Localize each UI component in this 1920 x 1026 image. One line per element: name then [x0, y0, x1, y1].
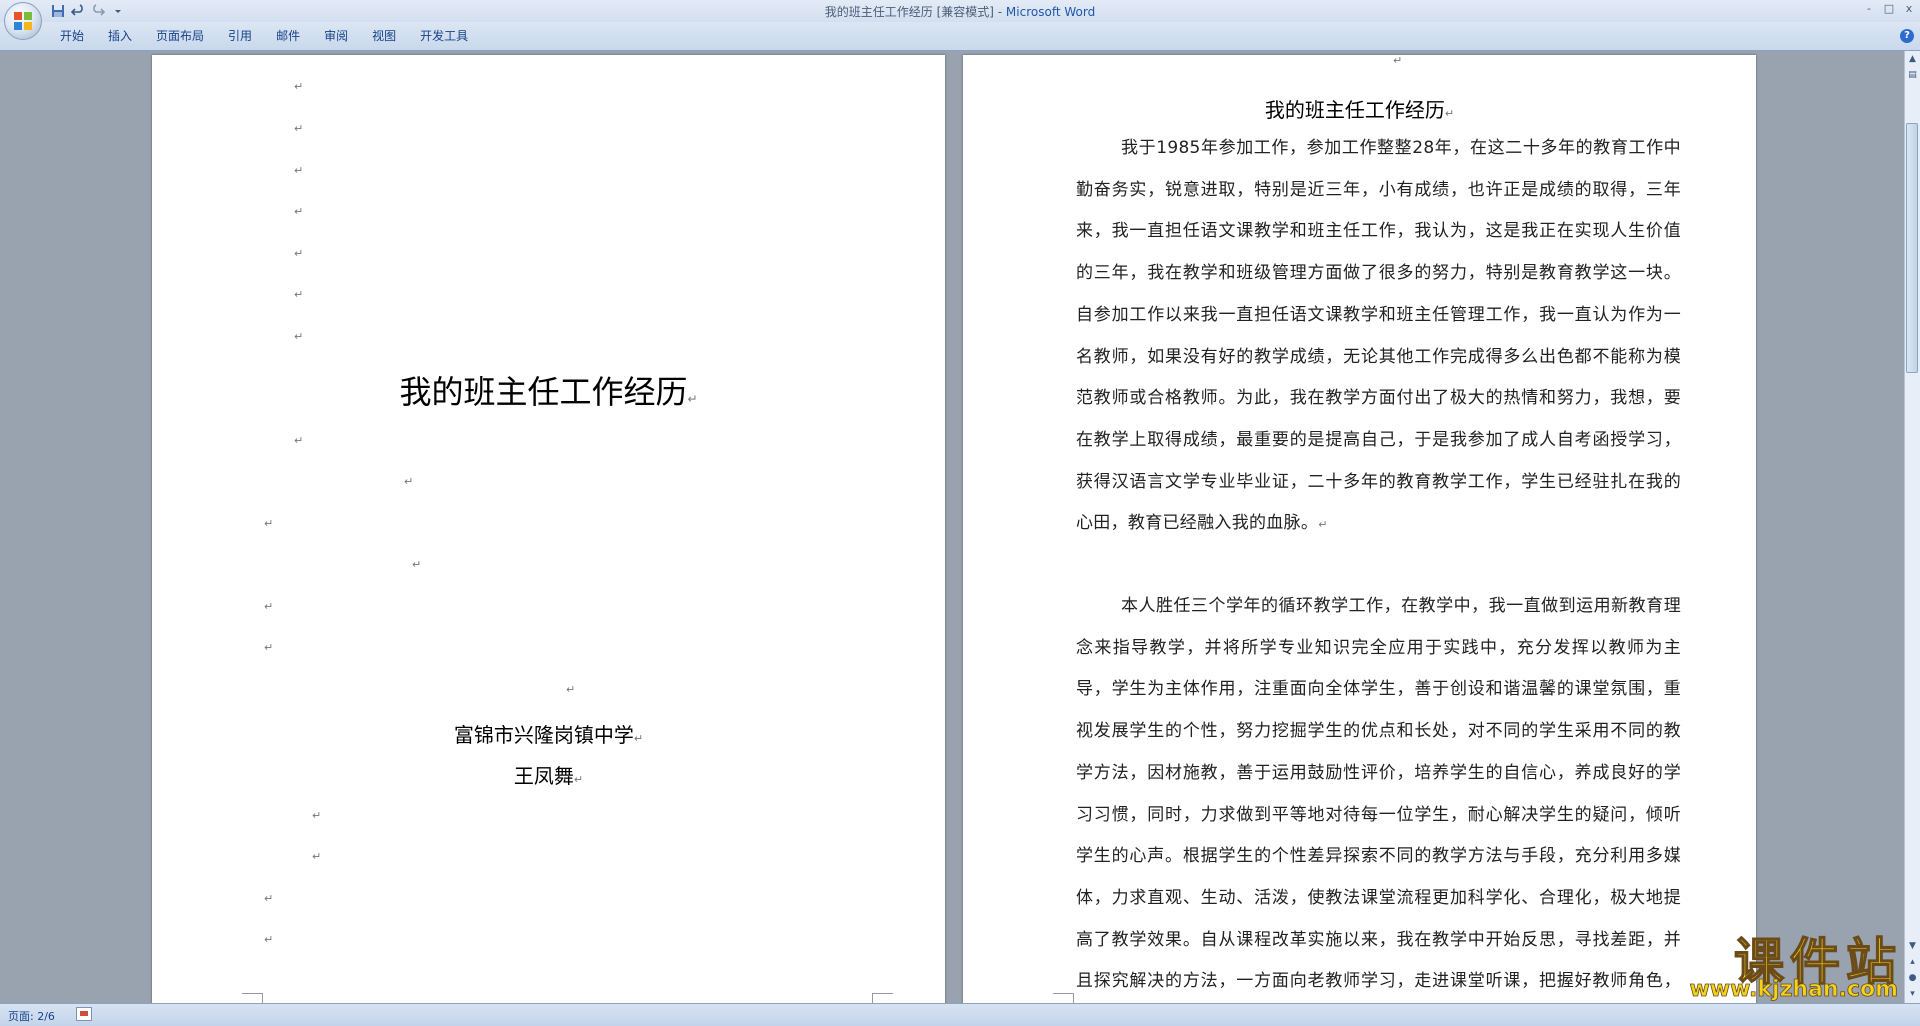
tab-developer[interactable]: 开发工具 — [408, 22, 480, 50]
paragraph-mark: ↵ — [412, 558, 422, 571]
paragraph-mark: ↵ — [312, 850, 322, 863]
margin-corner-mark — [242, 993, 263, 1003]
paragraph-mark: ↵ — [264, 933, 274, 946]
document-heading: 我的班主任工作经历↵ — [963, 94, 1756, 123]
paragraph-mark: ↵ — [294, 288, 304, 301]
paragraph-mark: ↵ — [294, 247, 304, 260]
scroll-up-arrow-icon[interactable]: ▲ — [1905, 51, 1920, 67]
watermark-url: www.kjzhan.com — [1689, 977, 1898, 1003]
paragraph-mark: ↵ — [264, 600, 274, 613]
previous-page-icon[interactable]: ▴ — [1905, 957, 1920, 971]
paragraph-mark: ↵ — [294, 330, 304, 343]
cover-title: 我的班主任工作经历↵ — [152, 367, 945, 413]
body-paragraph: 本人胜任三个学年的循环教学工作，在教学中，我一直做到运用新教育理念来指导教学，并… — [1076, 586, 1681, 1003]
paragraph-mark: ↵ — [573, 773, 584, 786]
tab-review[interactable]: 审阅 — [312, 22, 360, 50]
tab-references[interactable]: 引用 — [216, 22, 264, 50]
title-bar: 我的班主任工作经历 [兼容模式] - Microsoft Word - □ x — [0, 0, 1920, 22]
document-page-right[interactable]: ↵ 我的班主任工作经历↵ 我于1985年参加工作，参加工作整整28年，在这二十多… — [963, 55, 1756, 1003]
close-button[interactable]: x — [1902, 2, 1916, 16]
scroll-down-arrow-icon[interactable]: ▼ — [1905, 941, 1920, 955]
tab-mailings[interactable]: 邮件 — [264, 22, 312, 50]
paragraph-mark: ↵ — [294, 122, 304, 135]
document-workspace[interactable]: ↵ ↵ ↵ ↵ ↵ ↵ ↵ 我的班主任工作经历↵ ↵ ↵ ↵ ↵ ↵ ↵ ↵ 富… — [0, 51, 1905, 1003]
paragraph-mark: ↵ — [294, 434, 304, 447]
maximize-button[interactable]: □ — [1882, 2, 1896, 16]
view-ruler-icon[interactable]: ▤ — [1905, 67, 1920, 83]
paragraph-mark: ↵ — [294, 205, 304, 218]
window-controls: - □ x — [1862, 2, 1916, 16]
tab-home[interactable]: 开始 — [48, 22, 96, 50]
paragraph-mark: ↵ — [1444, 107, 1455, 120]
paragraph-mark: ↵ — [264, 517, 274, 530]
status-bar: 页面: 2/6 — [0, 1003, 1920, 1026]
tab-page-layout[interactable]: 页面布局 — [144, 22, 216, 50]
paragraph-mark: ↵ — [264, 892, 274, 905]
paragraph-mark: ↵ — [633, 732, 644, 745]
paragraph-mark: ↵ — [264, 641, 274, 654]
select-browse-object-icon[interactable]: ● — [1905, 973, 1920, 987]
school-name-text: 富锦市兴隆岗镇中学 — [453, 723, 634, 747]
paragraph-mark: ↵ — [566, 683, 576, 696]
minimize-button[interactable]: - — [1862, 2, 1876, 16]
body-paragraph-text: 本人胜任三个学年的循环教学工作，在教学中，我一直做到运用新教育理念来指导教学，并… — [1076, 596, 1681, 992]
next-page-icon[interactable]: ▾ — [1905, 989, 1920, 1003]
help-button[interactable]: ? — [1900, 29, 1914, 43]
cover-title-text: 我的班主任工作经历 — [399, 373, 688, 411]
ribbon-tabs: 开始 插入 页面布局 引用 邮件 审阅 视图 开发工具 — [48, 22, 480, 50]
paragraph-mark: ↵ — [404, 475, 414, 488]
office-button[interactable] — [4, 2, 42, 40]
paragraph-mark: ↵ — [294, 80, 304, 93]
margin-corner-mark — [872, 993, 893, 1003]
author-name-text: 王凤舞 — [513, 764, 574, 788]
tab-view[interactable]: 视图 — [360, 22, 408, 50]
paragraph-mark: ↵ — [1393, 54, 1403, 67]
margin-corner-mark — [1053, 993, 1074, 1003]
author-name: 王凤舞↵ — [152, 760, 945, 789]
paragraph-mark: ↵ — [294, 164, 304, 177]
school-name: 富锦市兴隆岗镇中学↵ — [152, 719, 945, 748]
document-title: 我的班主任工作经历 [兼容模式] - — [824, 5, 1006, 19]
ribbon: 开始 插入 页面布局 引用 邮件 审阅 视图 开发工具 ? — [0, 22, 1920, 51]
body-paragraph: 我于1985年参加工作，参加工作整整28年，在这二十多年的教育工作中勤奋务实，锐… — [1076, 128, 1681, 545]
tab-insert[interactable]: 插入 — [96, 22, 144, 50]
scroll-thumb[interactable] — [1906, 123, 1918, 373]
window-title: 我的班主任工作经历 [兼容模式] - Microsoft Word — [0, 3, 1920, 20]
paragraph-mark: ↵ — [687, 392, 698, 406]
app-title: Microsoft Word — [1005, 5, 1096, 19]
body-paragraph-text: 我于1985年参加工作，参加工作整整28年，在这二十多年的教育工作中勤奋务实，锐… — [1076, 138, 1681, 534]
paragraph-mark: ↵ — [312, 809, 322, 822]
proofing-status-icon[interactable] — [76, 1007, 92, 1021]
paragraph-mark: ↵ — [1318, 518, 1328, 532]
document-page-left[interactable]: ↵ ↵ ↵ ↵ ↵ ↵ ↵ 我的班主任工作经历↵ ↵ ↵ ↵ ↵ ↵ ↵ ↵ 富… — [152, 55, 945, 1003]
page-count-status[interactable]: 页面: 2/6 — [8, 1008, 55, 1024]
watermark-logo: 课件站 www.kjzhan.com — [1672, 922, 1902, 1002]
office-logo-icon — [14, 12, 32, 30]
vertical-scrollbar[interactable]: ▲ ▤ ▼ ▴ ● ▾ — [1904, 51, 1920, 1003]
document-heading-text: 我的班主任工作经历 — [1264, 98, 1445, 122]
